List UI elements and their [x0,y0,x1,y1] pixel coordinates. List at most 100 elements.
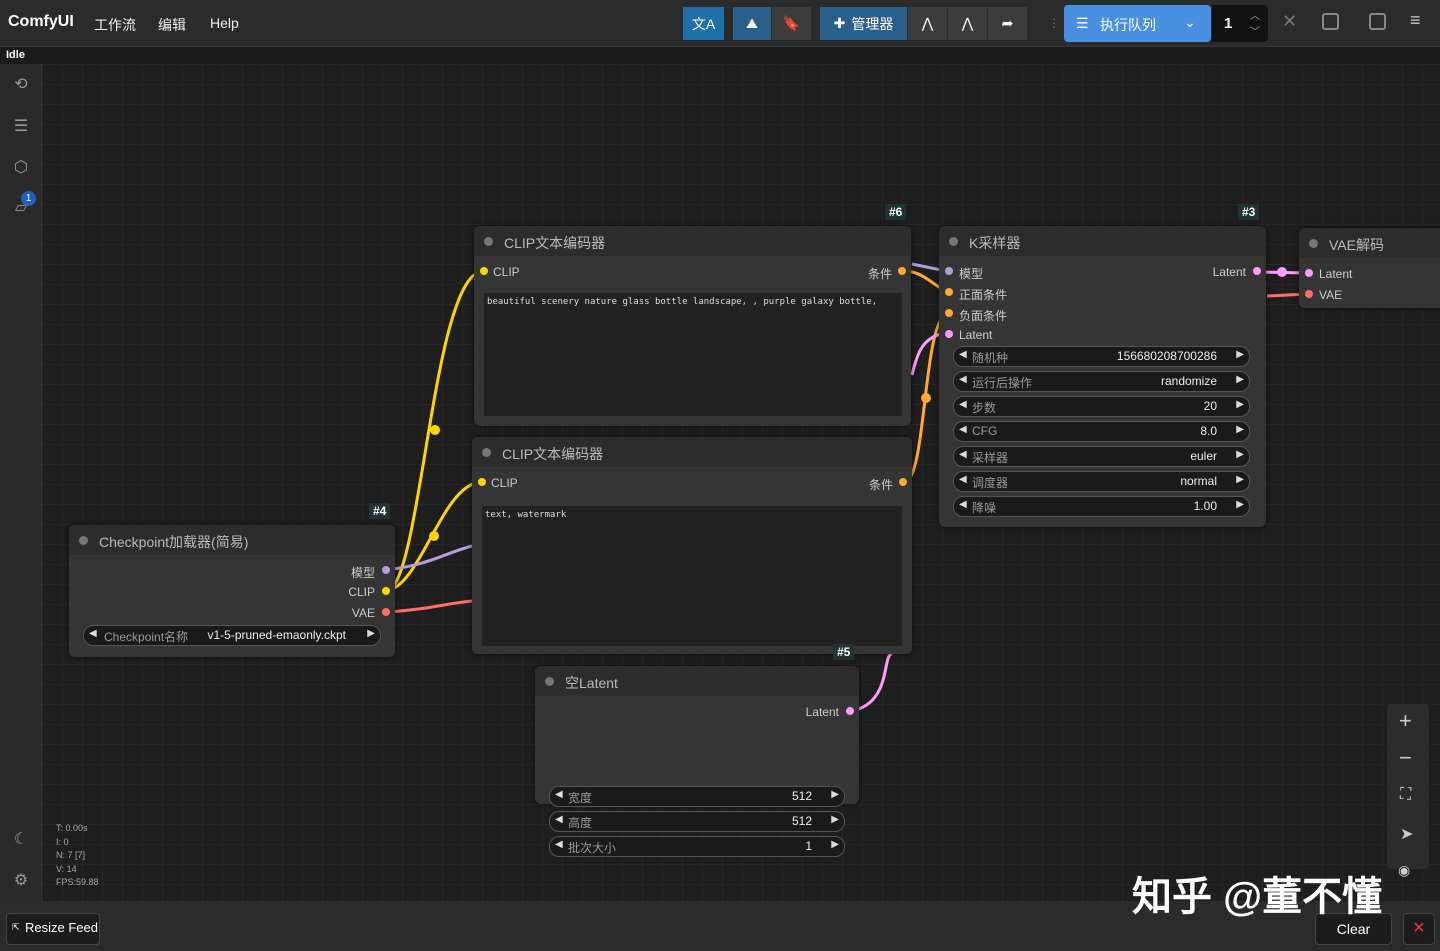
widget-6[interactable]: ◀ 降噪 1.00 ▶ [953,496,1250,517]
node-button-2[interactable]: ⋀ [948,7,987,40]
zoom-out-icon[interactable]: − [1399,745,1412,771]
input-slot-vae[interactable] [1305,290,1313,298]
clip-text-encoder-negative[interactable]: CLIP文本编码器 CLIP 条件 text, watermark [472,437,912,654]
maximize-icon[interactable] [1322,13,1339,30]
share-button[interactable]: ➦ [988,7,1027,40]
vae-decode-node[interactable]: VAE解码 Latent VAE [1299,228,1440,308]
prompt-textarea[interactable]: beautiful scenery nature glass bottle la… [484,293,902,416]
arrow-left-icon[interactable]: ◀ [89,628,97,639]
arrow-right-icon[interactable]: ▶ [1236,499,1244,510]
output-slot-latent[interactable] [846,707,854,715]
manager-button[interactable]: ✚ 管理器 [820,7,907,40]
arrow-left-icon[interactable]: ◀ [959,474,967,485]
collapse-dot[interactable] [949,237,958,246]
output-slot-clip[interactable] [382,587,390,595]
widget-5[interactable]: ◀ 调度器 normal ▶ [953,471,1250,492]
arrow-right-icon[interactable]: ▶ [1236,399,1244,410]
widget-1[interactable]: ◀ 运行后操作 randomize ▶ [953,371,1250,392]
collapse-dot[interactable] [484,237,493,246]
widget-2[interactable]: ◀ 步数 20 ▶ [953,396,1250,417]
input-slot-negative[interactable] [945,309,953,317]
model-button[interactable]: ⛰ [733,7,771,40]
arrow-right-icon[interactable]: ▶ [1236,374,1244,385]
input-slot-clip[interactable] [478,478,486,486]
graph-canvas[interactable]: #6 CLIP文本编码器 CLIP 条件 beautiful scenery n… [42,64,1440,901]
gear-icon[interactable]: ⚙ [11,870,31,890]
node-title[interactable]: CLIP文本编码器 [472,437,912,467]
arrow-left-icon[interactable]: ◀ [555,814,563,825]
close-feed-button[interactable]: ✕ [1403,913,1435,945]
chevron-down-small-icon[interactable]: ﹀ [1250,23,1260,38]
chevron-up-icon[interactable]: ︿ [1250,7,1260,22]
widget-1[interactable]: ◀ 高度 512 ▶ [549,811,845,832]
collapse-dot[interactable] [1309,239,1318,248]
output-slot-latent[interactable] [1253,267,1261,275]
output-slot-conditioning[interactable] [898,267,906,275]
arrow-left-icon[interactable]: ◀ [555,839,563,850]
queue-button[interactable]: ☰ 执行队列 ⌄ [1064,5,1211,42]
widget-4[interactable]: ◀ 采样器 euler ▶ [953,446,1250,467]
hamburger-menu-icon[interactable]: ≡ [1410,10,1421,31]
document-icon[interactable]: ☰ [11,116,31,136]
translate-button[interactable]: 文A [683,7,724,40]
arrow-left-icon[interactable]: ◀ [959,349,967,360]
output-slot-model[interactable] [382,566,390,574]
arrow-left-icon[interactable]: ◀ [959,449,967,460]
arrow-left-icon[interactable]: ◀ [959,499,967,510]
input-slot-latent[interactable] [1305,269,1313,277]
clip-text-encoder-positive[interactable]: CLIP文本编码器 CLIP 条件 beautiful scenery natu… [474,226,911,426]
queue-count-stepper[interactable]: 1 ︿ ﹀ [1212,5,1268,42]
widget-2[interactable]: ◀ 批次大小 1 ▶ [549,836,845,857]
arrow-right-icon[interactable]: ▶ [831,789,839,800]
cube-icon[interactable]: ⬡ [11,157,31,177]
fit-view-icon[interactable]: ⛶ [1400,786,1411,804]
pointer-icon[interactable]: ➤ [1400,824,1413,844]
output-slot-conditioning[interactable] [899,478,907,486]
output-slot-vae[interactable] [382,608,390,616]
arrow-right-icon[interactable]: ▶ [831,839,839,850]
ksampler-node[interactable]: K采样器 模型 正面条件 负面条件 Latent Latent ◀ 随机种 1566… [939,226,1266,527]
drag-handle-icon[interactable]: ⋮ [1048,16,1060,30]
chevron-down-icon[interactable]: ⌄ [1184,14,1196,31]
input-slot-latent[interactable] [945,330,953,338]
arrow-right-icon[interactable]: ▶ [1236,424,1244,435]
arrow-right-icon[interactable]: ▶ [831,814,839,825]
checkpoint-select[interactable]: ◀ Checkpoint名称 v1-5-pruned-emaonly.ckpt … [83,625,381,646]
menu-workflow[interactable]: 工作流 [94,15,136,35]
input-slot-clip[interactable] [480,267,488,275]
input-slot-positive[interactable] [945,288,953,296]
close-icon[interactable]: ✕ [1282,11,1297,32]
arrow-left-icon[interactable]: ◀ [555,789,563,800]
moon-icon[interactable]: ☾ [11,829,31,849]
node-title[interactable]: VAE解码 [1299,228,1440,258]
zoom-in-icon[interactable]: + [1399,708,1412,734]
collapse-dot[interactable] [79,536,88,545]
arrow-left-icon[interactable]: ◀ [959,399,967,410]
arrow-right-icon[interactable]: ▶ [1236,449,1244,460]
menu-help[interactable]: Help [210,15,239,31]
empty-latent-node[interactable]: 空Latent Latent ◀ 宽度 512 ▶ ◀ 高度 512 ▶ ◀ 批次大小 1 ▶ [535,666,859,857]
node-title[interactable]: Checkpoint加载器(简易) [69,525,395,555]
menu-edit[interactable]: 编辑 [158,15,186,35]
widget-0[interactable]: ◀ 宽度 512 ▶ [549,786,845,807]
history-icon[interactable]: ⟲ [11,74,31,94]
node-title[interactable]: K采样器 [939,226,1266,256]
widget-3[interactable]: ◀ CFG 8.0 ▶ [953,421,1250,442]
arrow-right-icon[interactable]: ▶ [1236,349,1244,360]
checkpoint-loader-node[interactable]: Checkpoint加载器(简易) 模型 CLIP VAE ◀ Checkpoi… [69,525,395,657]
node-title[interactable]: 空Latent [535,666,859,696]
resize-feed-button[interactable]: ⇱ Resize Feed [6,913,100,945]
arrow-left-icon[interactable]: ◀ [959,374,967,385]
node-title[interactable]: CLIP文本编码器 [474,226,911,256]
node-button-1[interactable]: ⋀ [908,7,947,40]
arrow-right-icon[interactable]: ▶ [1236,474,1244,485]
collapse-dot[interactable] [545,677,554,686]
input-slot-model[interactable] [945,267,953,275]
arrow-left-icon[interactable]: ◀ [959,424,967,435]
eye-icon[interactable]: ◉ [1398,862,1410,879]
collapse-dot[interactable] [482,448,491,457]
widget-0[interactable]: ◀ 随机种 156680208700286 ▶ [953,346,1250,367]
panel-icon[interactable] [1369,13,1386,30]
arrow-right-icon[interactable]: ▶ [367,628,375,639]
bookmark-button[interactable]: 🔖 [772,7,811,40]
